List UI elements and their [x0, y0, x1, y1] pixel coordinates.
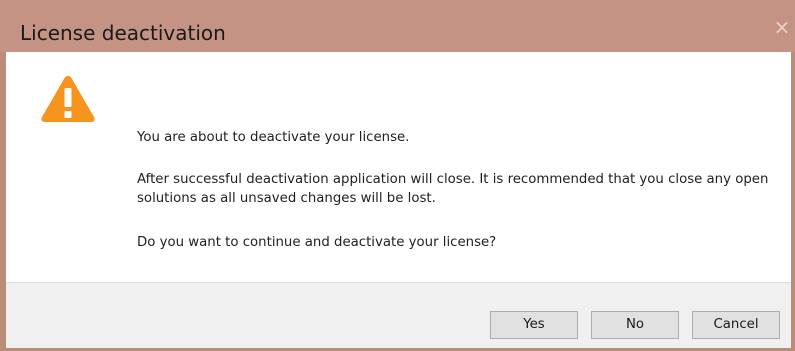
dialog-footer: Yes No Cancel	[6, 282, 791, 348]
message-line-1: You are about to deactivate your license…	[137, 130, 410, 145]
message-line-2: After successful deactivation applicatio…	[137, 172, 769, 206]
yes-button[interactable]: Yes	[490, 311, 578, 339]
license-deactivation-dialog: License deactivation × You are about to …	[0, 0, 795, 351]
message-line-3: Do you want to continue and deactivate y…	[137, 235, 497, 250]
close-icon[interactable]: ×	[769, 10, 795, 44]
cancel-button[interactable]: Cancel	[692, 311, 780, 339]
dialog-titlebar[interactable]: License deactivation ×	[0, 0, 795, 52]
dialog-title: License deactivation	[20, 21, 226, 45]
warning-triangle-icon	[41, 76, 95, 122]
no-button[interactable]: No	[591, 311, 679, 339]
dialog-body: You are about to deactivate your license…	[6, 52, 791, 282]
